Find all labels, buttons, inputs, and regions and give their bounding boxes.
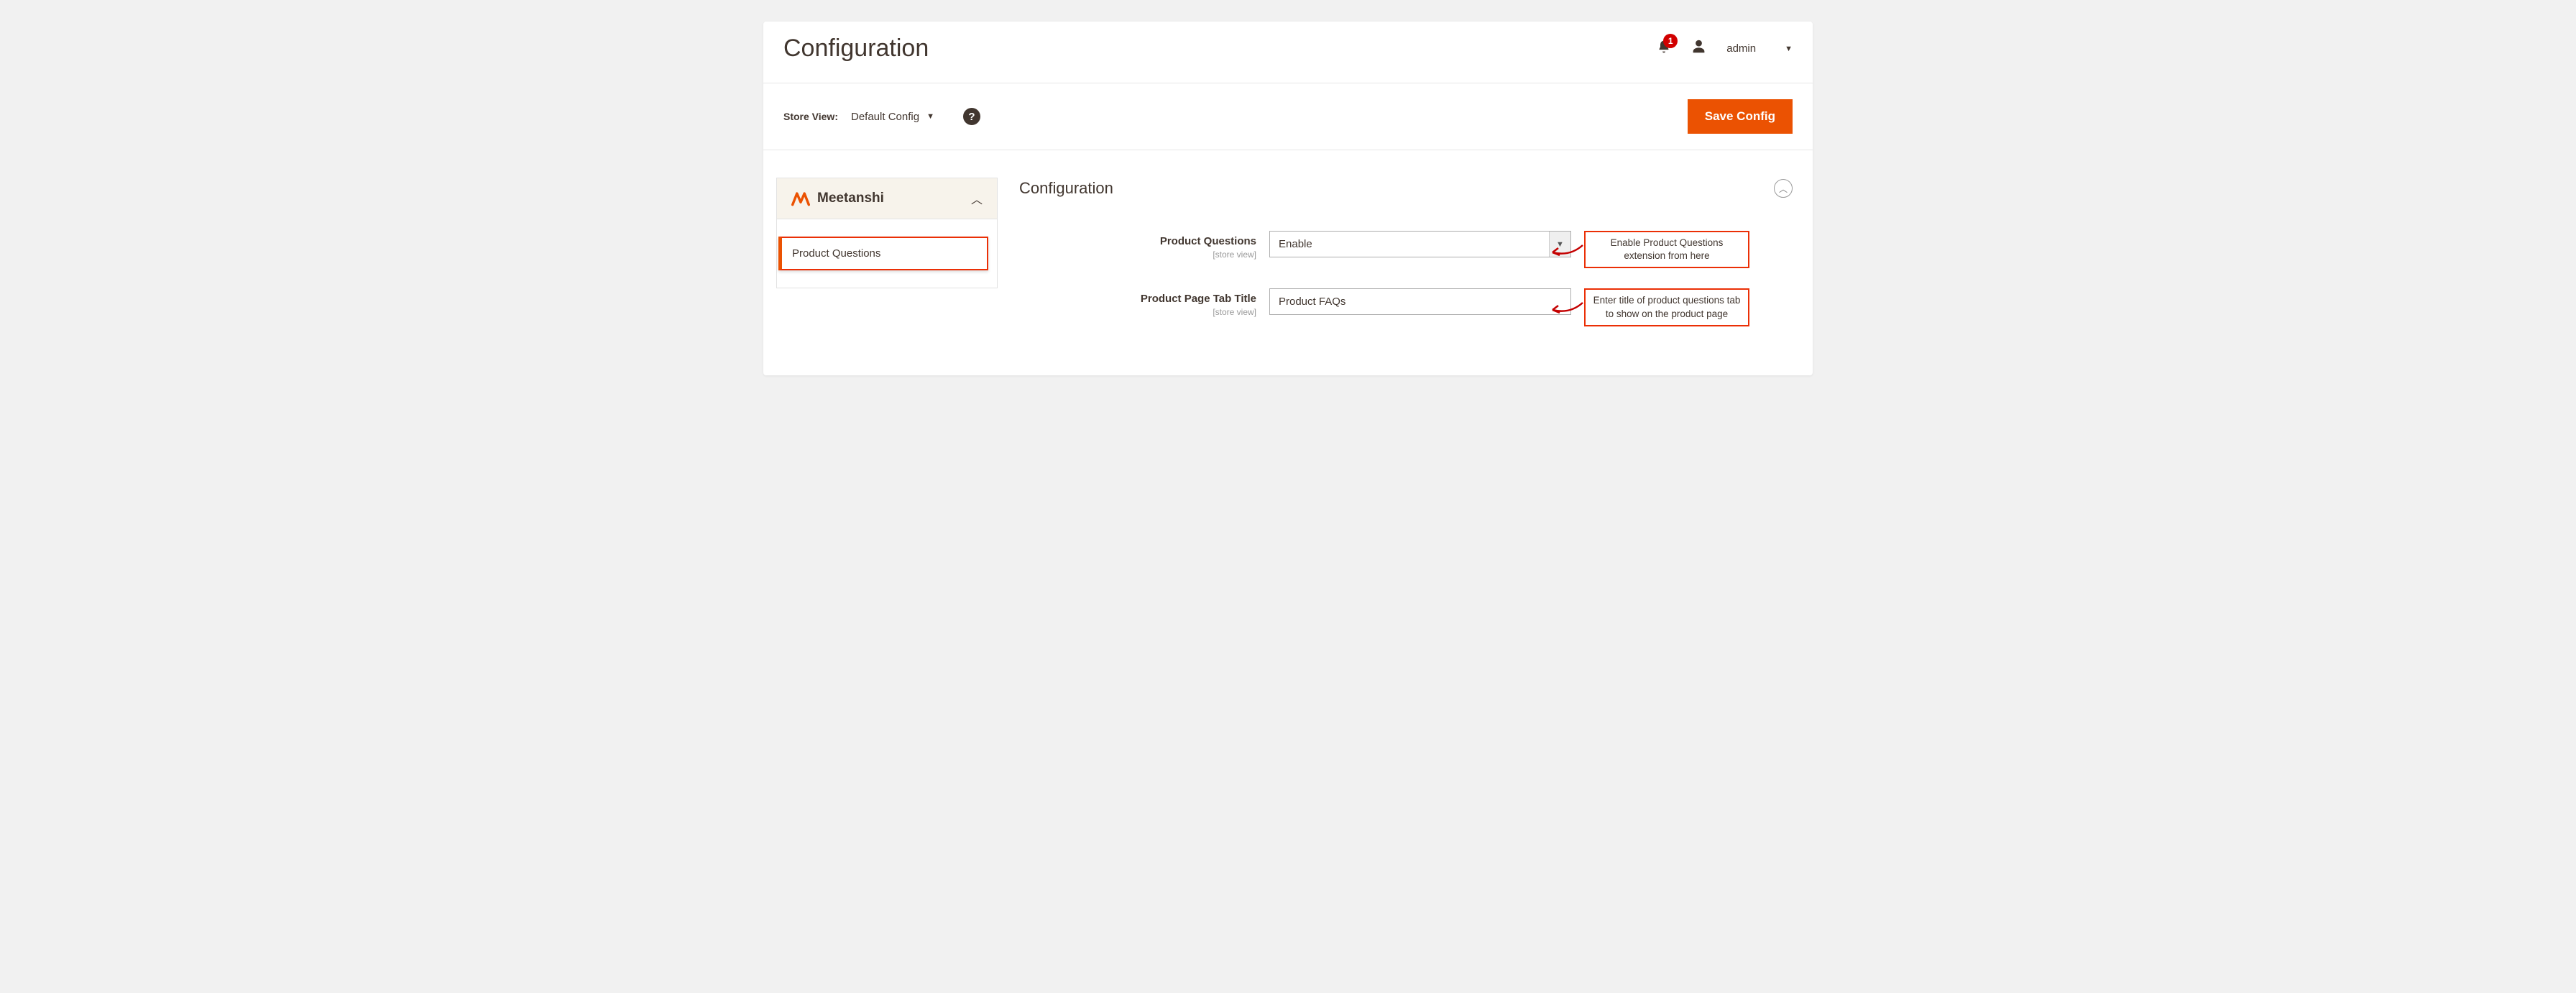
store-view-value: Default Config <box>851 111 919 123</box>
section-title: Configuration <box>1019 179 1113 198</box>
page-header: Configuration 1 admin ▼ <box>763 22 1813 83</box>
page-title: Configuration <box>783 35 929 63</box>
select-arrow-icon: ▼ <box>1549 232 1570 257</box>
config-sidebar: Meetanshi ︿ Product Questions <box>776 178 998 347</box>
toolbar-left: Store View: Default Config ▼ ? <box>783 108 980 125</box>
save-config-button[interactable]: Save Config <box>1688 99 1793 134</box>
field-product-page-tab-title: Product Page Tab Title [store view] Ente… <box>1019 288 1793 326</box>
tab-title-input[interactable] <box>1269 288 1571 315</box>
sidebar-item-container: Product Questions <box>776 219 998 288</box>
admin-panel: Configuration 1 admin ▼ Store View: Defa… <box>763 22 1813 375</box>
sidebar-item-product-questions[interactable]: Product Questions <box>778 237 988 270</box>
field-input-col: Enable ▼ <box>1269 231 1571 257</box>
notification-badge: 1 <box>1663 34 1678 48</box>
annotation-enable: Enable Product Questions extension from … <box>1584 231 1749 268</box>
help-icon[interactable]: ? <box>963 108 980 125</box>
field-label-col: Product Page Tab Title [store view] <box>1019 288 1256 317</box>
field-label-col: Product Questions [store view] <box>1019 231 1256 260</box>
enable-select-value: Enable <box>1279 238 1312 250</box>
field-input-col <box>1269 288 1571 315</box>
enable-select[interactable]: Enable ▼ <box>1269 231 1571 257</box>
content-area: Meetanshi ︿ Product Questions Configurat… <box>763 150 1813 375</box>
admin-label: admin <box>1726 42 1756 55</box>
collapse-section-button[interactable]: ︿ <box>1774 179 1793 198</box>
caret-down-icon: ▼ <box>926 112 934 121</box>
store-view-select[interactable]: Default Config ▼ <box>851 111 934 123</box>
field-product-questions-enable: Product Questions [store view] Enable ▼ … <box>1019 231 1793 268</box>
chevron-up-icon: ︿ <box>1779 183 1788 195</box>
field-label: Product Questions <box>1160 235 1256 247</box>
notifications-button[interactable]: 1 <box>1657 39 1671 59</box>
section-header: Configuration ︿ <box>1019 179 1793 198</box>
annotation-tab-title: Enter title of product questions tab to … <box>1584 288 1749 326</box>
field-scope: [store view] <box>1019 307 1256 317</box>
caret-down-icon: ▼ <box>1785 45 1793 53</box>
header-actions: 1 admin ▼ <box>1657 39 1793 59</box>
sidebar-group-title: Meetanshi <box>791 191 884 206</box>
chevron-up-icon: ︿ <box>971 190 983 207</box>
field-label: Product Page Tab Title <box>1141 293 1256 305</box>
meetanshi-logo-icon <box>791 191 810 206</box>
field-scope: [store view] <box>1019 250 1256 260</box>
admin-account-dropdown[interactable]: admin ▼ <box>1726 42 1793 55</box>
sidebar-group-label: Meetanshi <box>817 191 884 206</box>
config-form: Configuration ︿ Product Questions [store… <box>1019 178 1793 347</box>
sidebar-group-meetanshi[interactable]: Meetanshi ︿ <box>776 178 998 219</box>
user-icon[interactable] <box>1691 39 1706 58</box>
store-view-label: Store View: <box>783 111 838 122</box>
toolbar: Store View: Default Config ▼ ? Save Conf… <box>763 83 1813 150</box>
